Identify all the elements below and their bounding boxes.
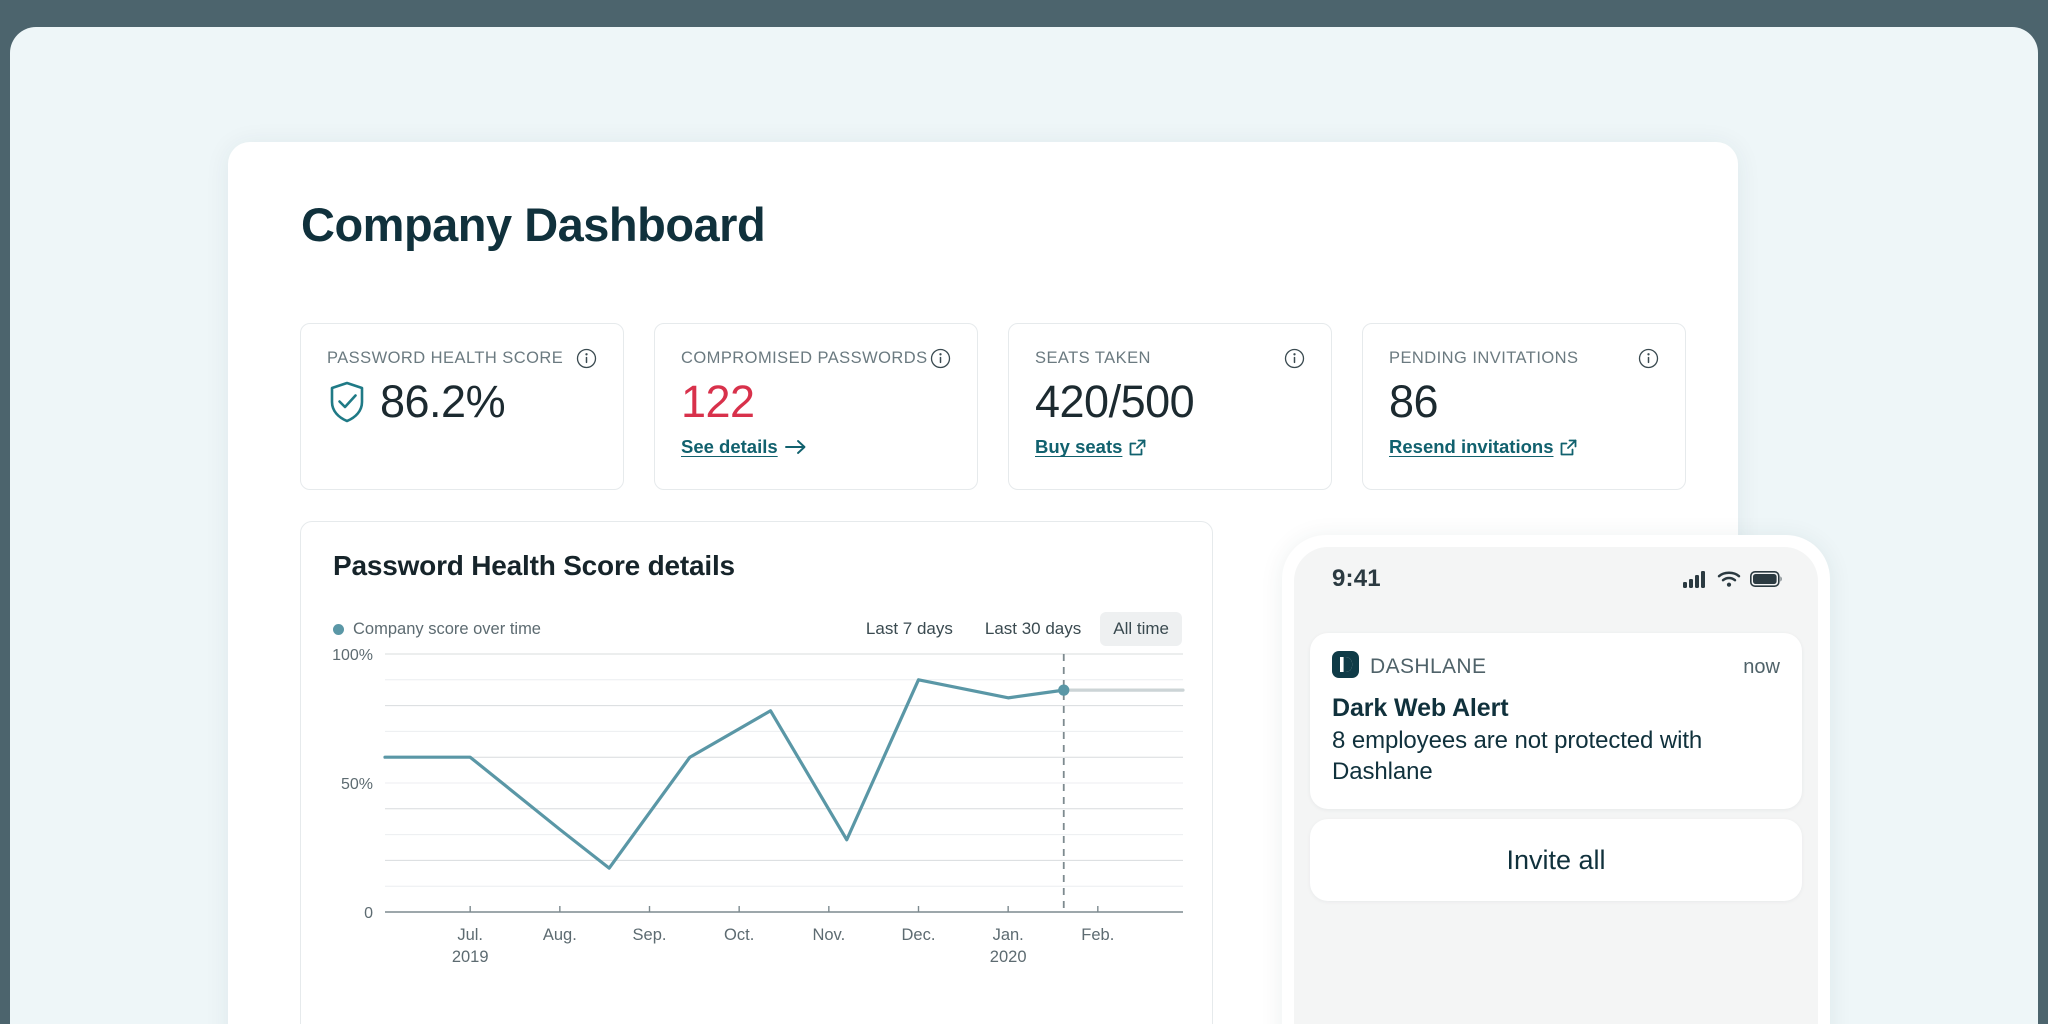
- battery-icon: [1750, 571, 1782, 587]
- stat-label: COMPROMISED PASSWORDS: [681, 349, 928, 367]
- info-icon[interactable]: [1284, 348, 1305, 369]
- line-chart-svg: 0 50% 100% Jul. 2019 Aug. Sep. Oct. Nov. Dec. Jan.…: [332, 647, 1185, 966]
- stat-card-header: COMPROMISED PASSWORDS: [681, 348, 951, 369]
- status-bar-icons: [1683, 570, 1782, 588]
- notification-title: Dark Web Alert: [1332, 694, 1509, 722]
- stat-value-row: 86: [1389, 376, 1659, 427]
- info-icon[interactable]: [1638, 348, 1659, 369]
- stat-card-pending-invitations: PENDING INVITATIONS 86 Resend invitation…: [1362, 323, 1686, 490]
- external-link-icon: [1129, 439, 1146, 456]
- legend-label: Company score over time: [353, 619, 541, 638]
- page-surface: Company Dashboard PASSWORD HEALTH SCORE: [10, 27, 2038, 1024]
- stat-card-header: SEATS TAKEN: [1035, 348, 1305, 369]
- stat-label: SEATS TAKEN: [1035, 349, 1151, 367]
- svg-text:Jan.: Jan.: [993, 926, 1024, 944]
- viewport: Company Dashboard PASSWORD HEALTH SCORE: [0, 0, 2048, 1024]
- stat-value: 420/500: [1035, 376, 1195, 427]
- legend-dot-icon: [333, 623, 344, 635]
- svg-text:100%: 100%: [332, 648, 373, 664]
- svg-text:0: 0: [364, 905, 373, 922]
- notification-time: now: [1743, 655, 1780, 678]
- info-icon[interactable]: [930, 348, 951, 369]
- notification-body: 8 employees are not protected with Dashl…: [1332, 727, 1703, 785]
- svg-text:Oct.: Oct.: [724, 926, 754, 944]
- invite-all-button[interactable]: Invite all: [1310, 819, 1802, 901]
- chart-controls: Company score over time Last 7 days Last…: [333, 612, 1182, 646]
- stat-card-password-health-score: PASSWORD HEALTH SCORE 86.2%: [300, 323, 624, 490]
- phone-status-bar: 9:41: [1294, 547, 1818, 611]
- stat-value-row: 122: [681, 376, 951, 427]
- phone-screen: 9:41 DASHLANE now Dark Web Alert 8 emplo…: [1294, 547, 1818, 1024]
- range-tab-last-30-days[interactable]: Last 30 days: [972, 612, 1094, 646]
- page-title: Company Dashboard: [301, 198, 766, 251]
- range-tabs: Last 7 days Last 30 days All time: [853, 612, 1182, 646]
- stat-card-compromised-passwords: COMPROMISED PASSWORDS 122 See details: [654, 323, 978, 490]
- see-details-link[interactable]: See details: [681, 436, 807, 458]
- notification-card[interactable]: DASHLANE now Dark Web Alert 8 employees …: [1310, 633, 1802, 810]
- notification-app-name: DASHLANE: [1370, 655, 1487, 678]
- stats-row: PASSWORD HEALTH SCORE 86.2% COMPROMISED …: [300, 323, 1686, 490]
- stat-value: 86.2%: [380, 376, 506, 427]
- wifi-icon: [1717, 570, 1741, 588]
- notification-brand: DASHLANE: [1332, 651, 1486, 683]
- chart-legend: Company score over time: [333, 620, 541, 639]
- buy-seats-link-label: Buy seats: [1035, 436, 1123, 458]
- stat-value-row: 86.2%: [327, 376, 597, 427]
- stat-value-row: 420/500: [1035, 376, 1305, 427]
- stat-label: PENDING INVITATIONS: [1389, 349, 1579, 367]
- buy-seats-link[interactable]: Buy seats: [1035, 436, 1146, 458]
- stat-card-header: PENDING INVITATIONS: [1389, 348, 1659, 369]
- stat-card-seats-taken: SEATS TAKEN 420/500 Buy seats: [1008, 323, 1332, 490]
- resend-invitations-link[interactable]: Resend invitations: [1389, 436, 1577, 458]
- stat-value: 122: [681, 376, 755, 427]
- svg-text:Feb.: Feb.: [1081, 926, 1114, 944]
- shield-check-icon: [327, 380, 367, 424]
- invite-all-button-label: Invite all: [1506, 844, 1606, 875]
- resend-invitations-link-label: Resend invitations: [1389, 436, 1554, 458]
- external-link-icon: [1560, 439, 1577, 456]
- password-health-chart-card: Password Health Score details Company sc…: [300, 521, 1213, 1024]
- range-tab-all-time[interactable]: All time: [1100, 612, 1182, 646]
- svg-text:Dec.: Dec.: [902, 926, 936, 944]
- chart-title: Password Health Score details: [333, 550, 735, 581]
- stat-value: 86: [1389, 376, 1439, 427]
- range-tab-last-7-days[interactable]: Last 7 days: [853, 612, 966, 646]
- notification-header: DASHLANE now: [1332, 651, 1780, 683]
- arrow-right-icon: [784, 439, 807, 455]
- info-icon[interactable]: [576, 348, 597, 369]
- phone-mockup: 9:41 DASHLANE now Dark Web Alert 8 emplo…: [1282, 535, 1830, 1024]
- svg-text:2020: 2020: [990, 948, 1027, 966]
- svg-text:50%: 50%: [341, 776, 373, 793]
- status-bar-time: 9:41: [1332, 565, 1381, 592]
- dashlane-logo-icon: [1332, 651, 1359, 683]
- chart-plot-area: 0 50% 100% Jul. 2019 Aug. Sep. Oct. Nov. Dec. Jan.…: [323, 647, 1185, 978]
- svg-text:2019: 2019: [452, 948, 489, 966]
- svg-text:Jul.: Jul.: [457, 926, 483, 944]
- svg-text:Nov.: Nov.: [812, 926, 845, 944]
- cellular-signal-icon: [1683, 570, 1708, 588]
- stat-label: PASSWORD HEALTH SCORE: [327, 349, 564, 367]
- svg-text:Aug.: Aug.: [543, 926, 577, 944]
- stat-card-header: PASSWORD HEALTH SCORE: [327, 348, 597, 369]
- svg-text:Sep.: Sep.: [633, 926, 667, 944]
- see-details-link-label: See details: [681, 436, 778, 458]
